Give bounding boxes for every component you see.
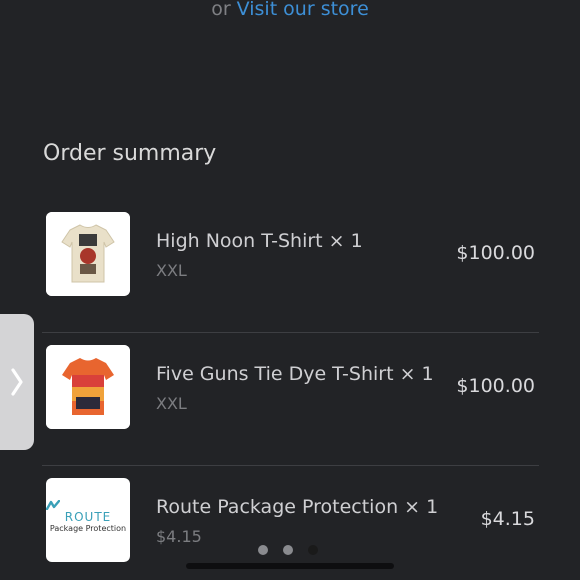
item-name: Route Package Protection × 1 (156, 496, 439, 518)
item-price: $100.00 (456, 242, 535, 264)
side-pull-tab[interactable] (0, 314, 34, 450)
visit-store-link[interactable]: Visit our store (237, 0, 369, 20)
item-price: $4.15 (480, 508, 535, 530)
route-thumbnail: ROUTE Package Protection (46, 478, 130, 562)
order-items-list: High Noon T-Shirt × 1 XXL $100.00 Five G… (42, 200, 539, 580)
item-size: XXL (156, 261, 187, 280)
chevron-right-icon (11, 368, 23, 396)
order-summary-title: Order summary (43, 141, 217, 166)
item-name: High Noon T-Shirt × 1 (156, 230, 363, 252)
page-indicator (258, 545, 318, 555)
store-link-line: or Visit our store (0, 0, 580, 20)
or-text: or (211, 0, 231, 20)
route-caption: Package Protection (49, 524, 127, 533)
route-logo: ROUTE (46, 500, 130, 524)
product-thumbnail (46, 212, 130, 296)
checkout-screen: or Visit our store Order summary High Noo… (0, 0, 580, 580)
page-dot-active[interactable] (308, 545, 318, 555)
item-name: Five Guns Tie Dye T-Shirt × 1 (156, 363, 434, 385)
item-size: XXL (156, 394, 187, 413)
list-item: Five Guns Tie Dye T-Shirt × 1 XXL $100.0… (42, 333, 539, 466)
item-price: $100.00 (456, 375, 535, 397)
item-unit-price: $4.15 (156, 527, 202, 546)
list-item: High Noon T-Shirt × 1 XXL $100.00 (42, 200, 539, 333)
product-thumbnail (46, 345, 130, 429)
route-logo-text: ROUTE (64, 510, 112, 524)
page-dot[interactable] (283, 545, 293, 555)
tshirt-image (46, 212, 130, 296)
route-mark-icon (46, 500, 60, 510)
page-dot[interactable] (258, 545, 268, 555)
home-indicator[interactable] (186, 563, 394, 569)
tie-dye-tshirt-image (46, 345, 130, 429)
